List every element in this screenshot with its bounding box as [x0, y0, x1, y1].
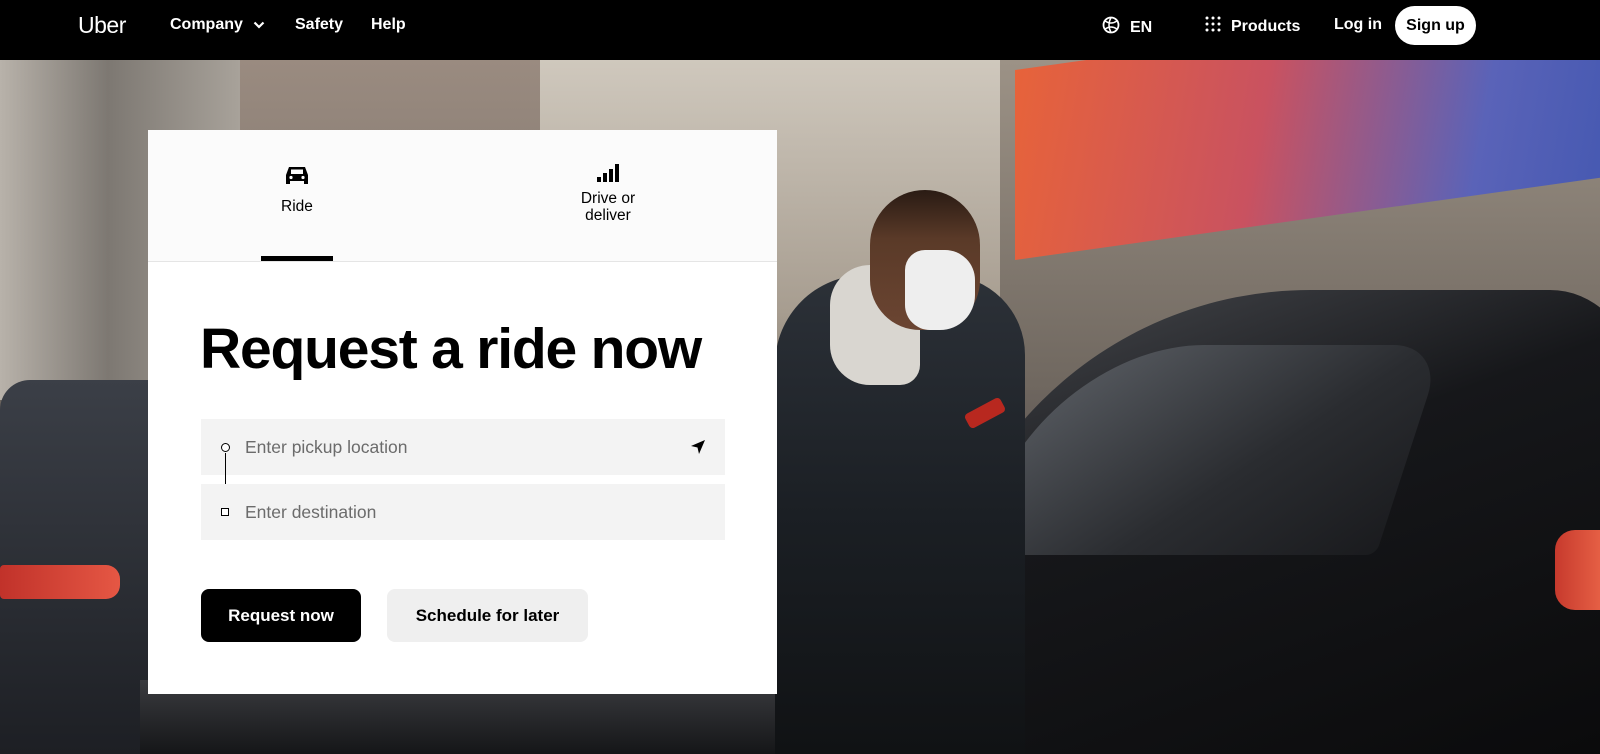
ride-request-card: Ride Drive or deliver Request a ride now	[148, 130, 777, 694]
top-navigation: Uber Company Safety Help EN Products Log…	[0, 0, 1600, 60]
nav-company-label: Company	[170, 16, 243, 33]
destination-square-icon	[221, 508, 229, 516]
face-mask	[905, 250, 975, 330]
language-label: EN	[1130, 18, 1153, 36]
tab-drive-or-deliver[interactable]: Drive or deliver	[553, 130, 663, 262]
page-title: Request a ride now	[200, 317, 702, 381]
language-selector[interactable]: EN	[1102, 16, 1152, 39]
tab-ride[interactable]: Ride	[261, 130, 333, 262]
products-menu[interactable]: Products	[1205, 16, 1300, 37]
tab-ride-label: Ride	[281, 198, 313, 215]
nav-company-dropdown[interactable]: Company	[170, 16, 265, 34]
chevron-down-icon	[253, 21, 265, 29]
pickup-field[interactable]	[201, 419, 725, 475]
nav-help-link[interactable]: Help	[371, 16, 406, 34]
destination-input[interactable]	[245, 501, 675, 523]
bar-signal-icon	[596, 160, 620, 186]
active-tab-indicator	[261, 256, 333, 261]
car-taillight	[0, 565, 120, 599]
car-taillight	[1555, 530, 1600, 610]
current-location-icon[interactable]	[689, 438, 707, 456]
destination-field[interactable]	[201, 484, 725, 540]
card-tabs: Ride Drive or deliver	[148, 130, 777, 262]
pickup-dot-icon	[221, 443, 230, 452]
pickup-input[interactable]	[245, 436, 675, 458]
grid-icon	[1205, 16, 1221, 37]
schedule-for-later-button[interactable]: Schedule for later	[387, 589, 588, 642]
request-now-button[interactable]: Request now	[201, 589, 361, 642]
tab-drive-label: Drive or deliver	[580, 190, 636, 224]
globe-icon	[1102, 16, 1120, 39]
car-icon	[284, 162, 310, 188]
products-label: Products	[1231, 17, 1301, 35]
nav-safety-link[interactable]: Safety	[295, 16, 343, 34]
uber-logo[interactable]: Uber	[78, 12, 126, 39]
login-link[interactable]: Log in	[1334, 16, 1382, 34]
signup-button[interactable]: Sign up	[1395, 6, 1476, 45]
